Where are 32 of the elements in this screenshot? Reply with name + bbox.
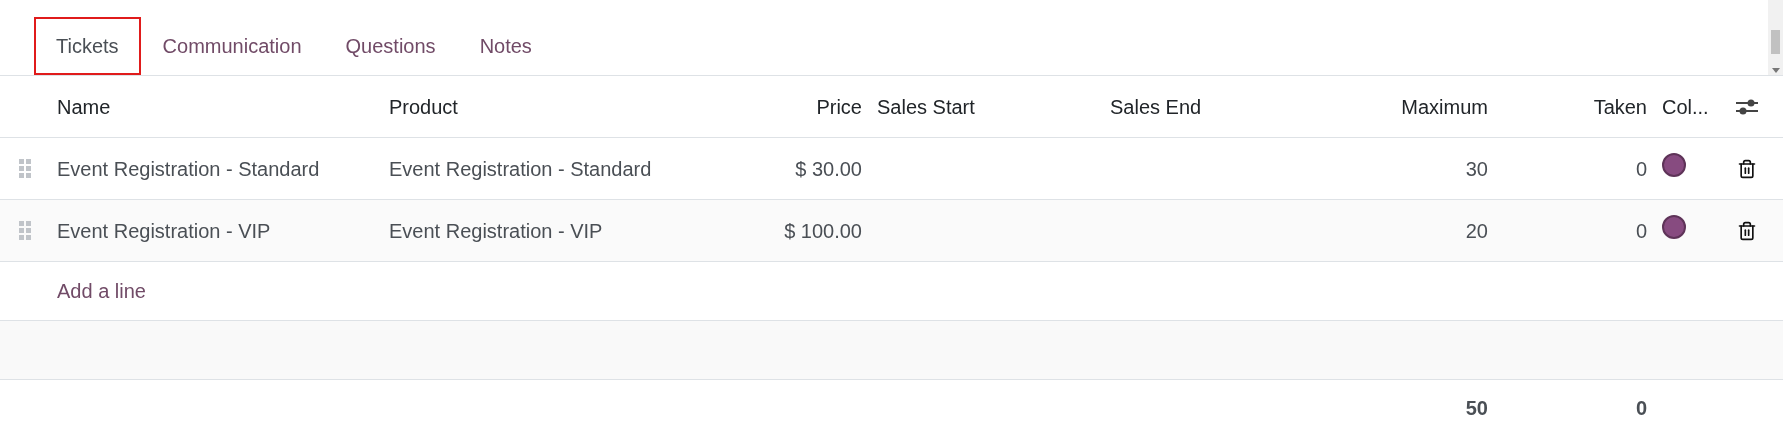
delete-icon[interactable] [1736, 158, 1757, 179]
table-cell-text: Event Registration - VIP [389, 218, 603, 244]
table-cell-text: $ 30.00 [795, 156, 862, 182]
table-cell-text: $ 100.00 [784, 218, 862, 244]
tab[interactable]: Questions [323, 17, 458, 75]
drag-handle-icon[interactable] [19, 158, 31, 179]
table-cell-text: 0 [1635, 218, 1647, 244]
scrollbar[interactable] [1768, 0, 1783, 75]
table-cell-text: Event Registration - Standard [389, 156, 652, 182]
tab[interactable]: Notes [457, 17, 554, 75]
column-header[interactable]: Sales End [1110, 91, 1202, 122]
column-header[interactable]: Price [816, 91, 862, 122]
table-cell-text: 30 [1465, 156, 1488, 182]
column-header[interactable]: Name [57, 91, 111, 122]
delete-icon[interactable] [1736, 220, 1757, 241]
column-header[interactable]: Col... [1662, 91, 1709, 122]
table-cell-text: Event Registration - Standard [57, 156, 320, 182]
table-cell-text: 20 [1465, 218, 1488, 244]
tab[interactable]: Communication [140, 17, 324, 75]
table-cell-text: 0 [1635, 156, 1647, 182]
table-cell-text: Event Registration - VIP [57, 218, 271, 244]
total-value: 0 [1635, 395, 1647, 421]
scroll-down-arrow-icon[interactable] [1771, 68, 1780, 73]
column-header[interactable]: Product [389, 91, 458, 122]
column-header[interactable]: Sales Start [877, 91, 975, 122]
drag-handle-icon[interactable] [19, 220, 31, 241]
column-header[interactable]: Taken [1593, 91, 1647, 122]
total-value: 50 [1465, 395, 1488, 421]
tab[interactable]: Tickets [34, 17, 141, 75]
column-header[interactable]: Maximum [1401, 91, 1488, 122]
scrollbar-thumb[interactable] [1771, 30, 1780, 54]
add-line-link[interactable]: Add a line [57, 276, 146, 306]
